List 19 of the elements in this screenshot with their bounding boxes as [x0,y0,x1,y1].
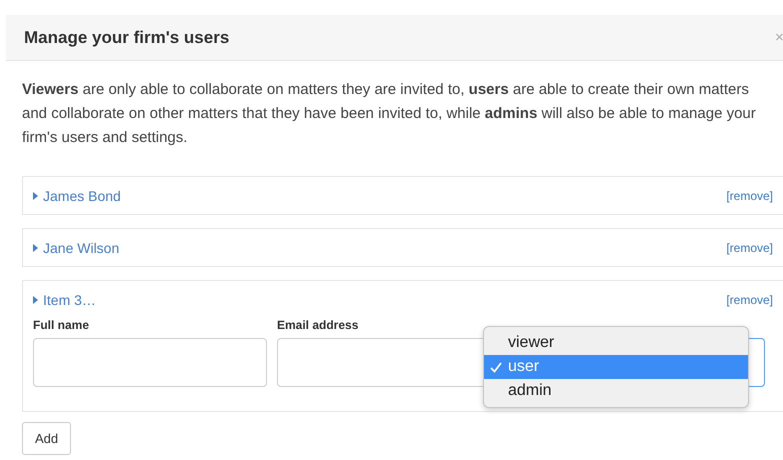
menu-option[interactable]: admin [484,379,748,403]
dialog-title: Manage your firm's users [24,28,230,48]
menu-option[interactable]: user [484,355,748,379]
field-label: Email address [277,318,360,334]
user-name-link[interactable]: Jane Wilson [33,240,120,256]
caret-icon [33,296,38,304]
menu-option[interactable]: viewer [484,331,748,355]
remove-link[interactable]: [remove] [726,292,773,306]
remove-link[interactable]: [remove] [726,240,773,254]
user-name-link[interactable]: Item 3… [33,292,96,308]
remove-link[interactable]: [remove] [726,188,773,202]
caret-icon [33,244,38,252]
input-field[interactable] [33,338,267,387]
check-icon [490,362,502,372]
user-name-link[interactable]: James Bond [33,188,121,204]
field-label: Full name [33,318,90,334]
intro-text: Viewers are only able to collaborate on matters they are invited to, users are able to create their own matters and collaborate on other matters that they have been invited to, while admins will also be able to manage your firm's users and settings. [22,80,757,148]
caret-icon [33,192,38,200]
add-button[interactable]: Add [22,422,72,455]
